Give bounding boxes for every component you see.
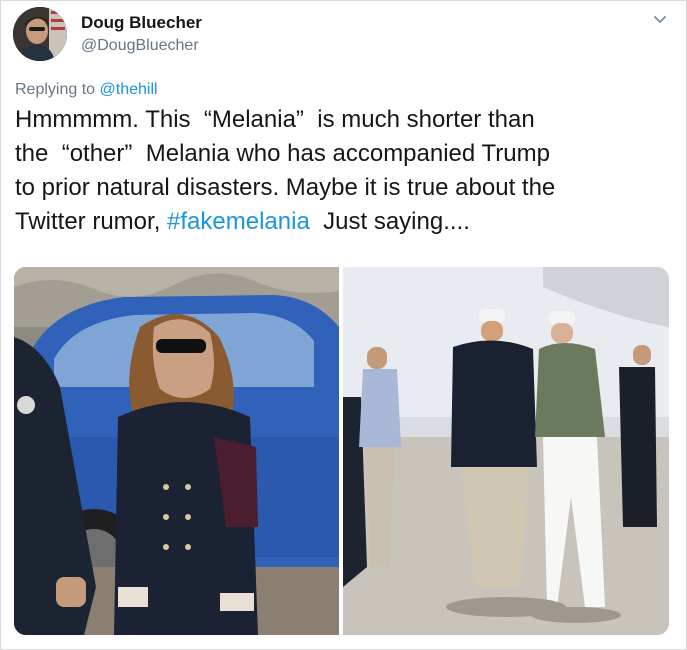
hashtag-link[interactable]: #fakemelania <box>167 208 310 235</box>
photo-right[interactable] <box>343 267 669 635</box>
tweet-card: Doug Bluecher @DougBluecher Replying to … <box>0 0 687 650</box>
media-grid <box>14 267 669 635</box>
tweet-text-segment: Twitter rumor, <box>15 208 168 235</box>
tweet-text-line: Twitter rumor, #fakemelania Just saying.… <box>15 205 675 239</box>
tweet-text-line: the “other” Melania who has accompanied … <box>15 140 550 167</box>
chevron-down-icon[interactable] <box>651 11 669 29</box>
photo-left[interactable] <box>14 267 339 635</box>
replying-to: Replying to @thehill <box>15 81 158 99</box>
author-name[interactable]: Doug Bluecher <box>81 13 202 33</box>
avatar-image <box>13 7 67 61</box>
tweet-text: Hmmmmm. This “Melania” is much shorter t… <box>15 103 675 239</box>
tweet-text-line: Hmmmmm. This “Melania” is much shorter t… <box>15 106 535 133</box>
replying-to-label: Replying to <box>15 81 100 98</box>
tweet-text-segment: Just saying.... <box>309 208 470 235</box>
tweet-text-line: to prior natural disasters. Maybe it is … <box>15 174 556 201</box>
avatar[interactable] <box>13 7 67 61</box>
reply-target-link[interactable]: @thehill <box>100 81 158 98</box>
author-handle[interactable]: @DougBluecher <box>81 37 199 55</box>
